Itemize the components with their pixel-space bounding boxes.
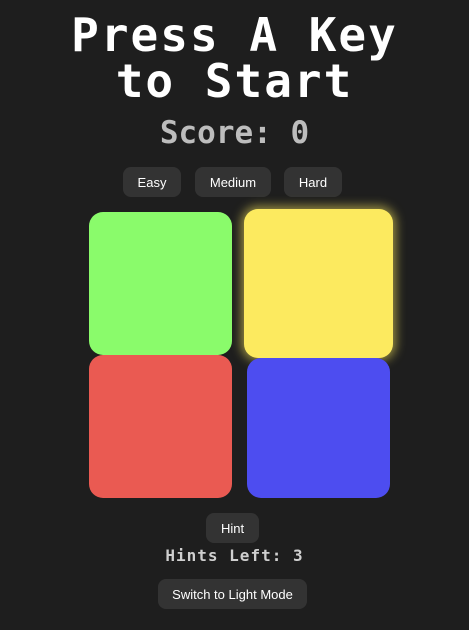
hints-left-counter: Hints Left: 3	[165, 546, 304, 565]
score-display: Score: 0	[159, 115, 310, 151]
blue-pad[interactable]	[247, 358, 390, 498]
game-title: Press A Key to Start	[0, 12, 469, 104]
easy-button[interactable]: Easy	[123, 167, 181, 197]
medium-button[interactable]: Medium	[195, 167, 271, 197]
hint-button[interactable]: Hint	[206, 513, 259, 543]
title-line-1: Press A Key	[71, 8, 398, 62]
yellow-pad[interactable]	[244, 209, 393, 358]
title-line-2: to Start	[115, 54, 354, 108]
hard-button[interactable]: Hard	[284, 167, 342, 197]
green-pad[interactable]	[89, 212, 232, 355]
red-pad[interactable]	[89, 355, 232, 498]
light-mode-toggle-button[interactable]: Switch to Light Mode	[158, 579, 307, 609]
